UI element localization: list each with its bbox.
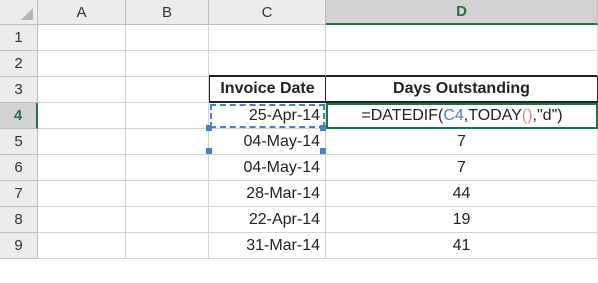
cell-d6[interactable]: 7 xyxy=(326,155,598,181)
cell-c1[interactable] xyxy=(209,25,326,51)
cell-a2[interactable] xyxy=(38,51,126,77)
cell-b2[interactable] xyxy=(126,51,209,77)
cell-b6[interactable] xyxy=(126,155,209,181)
cell-d3-days-outstanding-header[interactable]: Days Outstanding xyxy=(326,77,598,103)
cell-c5[interactable]: 04-May-14 xyxy=(209,129,326,155)
cell-d8[interactable]: 19 xyxy=(326,207,598,233)
cell-b1[interactable] xyxy=(126,25,209,51)
row-header-7[interactable]: 7 xyxy=(0,181,38,207)
cell-c9[interactable]: 31-Mar-14 xyxy=(209,233,326,259)
cell-a7[interactable] xyxy=(38,181,126,207)
cell-d9[interactable]: 41 xyxy=(326,233,598,259)
cell-d2[interactable] xyxy=(326,51,598,77)
cell-a4[interactable] xyxy=(38,103,126,129)
reference-handle-top-right-icon[interactable] xyxy=(320,125,326,131)
column-header-d[interactable]: D xyxy=(326,0,598,25)
cell-c2[interactable] xyxy=(209,51,326,77)
column-header-a[interactable]: A xyxy=(38,0,126,25)
cell-d7[interactable]: 44 xyxy=(326,181,598,207)
cell-a6[interactable] xyxy=(38,155,126,181)
row-header-5[interactable]: 5 xyxy=(0,129,38,155)
column-header-c[interactable]: C xyxy=(209,0,326,25)
row-header-1[interactable]: 1 xyxy=(0,25,38,51)
cell-a1[interactable] xyxy=(38,25,126,51)
cell-c3-invoice-date-header[interactable]: Invoice Date xyxy=(209,77,326,103)
row-header-8[interactable]: 8 xyxy=(0,207,38,233)
select-all-corner[interactable] xyxy=(0,0,38,25)
cell-c4[interactable]: 25-Apr-14 xyxy=(209,103,326,129)
spreadsheet-grid: A B C D 1 2 3 Invoice Date Days Outstand… xyxy=(0,0,598,283)
reference-handle-top-left-icon[interactable] xyxy=(206,125,212,131)
column-header-b[interactable]: B xyxy=(126,0,209,25)
cell-d4-active-formula[interactable]: =DATEDIF(C4 ,TODAY() ,"d") xyxy=(326,103,598,129)
cell-b5[interactable] xyxy=(126,129,209,155)
formula-today: ,TODAY xyxy=(463,107,522,124)
cell-b7[interactable] xyxy=(126,181,209,207)
row-header-4[interactable]: 4 xyxy=(0,103,38,129)
cell-b8[interactable] xyxy=(126,207,209,233)
reference-handle-bottom-left-icon[interactable] xyxy=(206,148,212,154)
cell-d1[interactable] xyxy=(326,25,598,51)
row-header-2[interactable]: 2 xyxy=(0,51,38,77)
cell-b9[interactable] xyxy=(126,233,209,259)
cell-a3[interactable] xyxy=(38,77,126,103)
formula-suffix: ,"d") xyxy=(532,107,563,124)
cell-a9[interactable] xyxy=(38,233,126,259)
row-header-6[interactable]: 6 xyxy=(0,155,38,181)
row-header-3[interactable]: 3 xyxy=(0,77,38,103)
cell-d5[interactable]: 7 xyxy=(326,129,598,155)
select-all-triangle-icon xyxy=(21,8,33,20)
cell-c8[interactable]: 22-Apr-14 xyxy=(209,207,326,233)
formula-reference-c4: C4 xyxy=(443,107,464,124)
cell-c6[interactable]: 04-May-14 xyxy=(209,155,326,181)
reference-handle-bottom-right-icon[interactable] xyxy=(320,148,326,154)
cell-a8[interactable] xyxy=(38,207,126,233)
cell-c7[interactable]: 28-Mar-14 xyxy=(209,181,326,207)
cell-a5[interactable] xyxy=(38,129,126,155)
formula-prefix: =DATEDIF( xyxy=(361,107,444,124)
cell-b4[interactable] xyxy=(126,103,209,129)
row-header-9[interactable]: 9 xyxy=(0,233,38,259)
cell-b3[interactable] xyxy=(126,77,209,103)
formula-parens: () xyxy=(521,107,533,124)
